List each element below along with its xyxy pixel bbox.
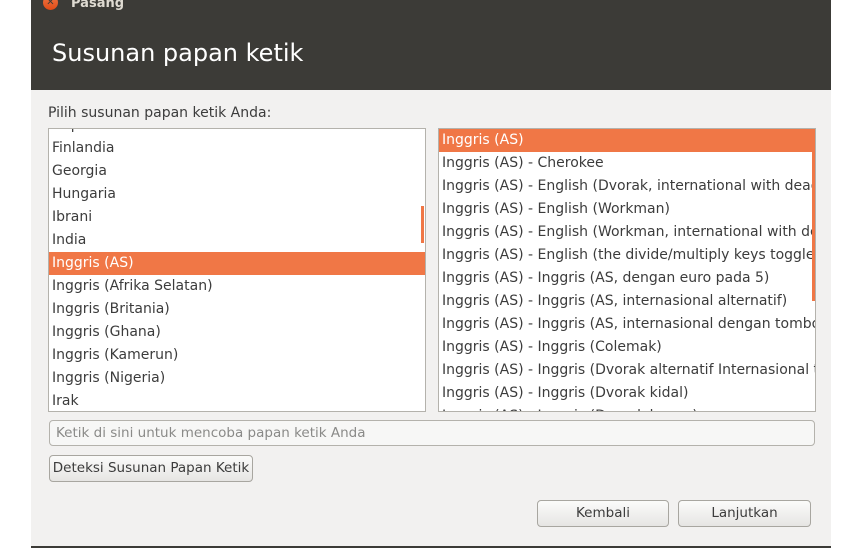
continue-button[interactable]: Lanjutkan <box>678 500 811 527</box>
detect-layout-button[interactable]: Deteksi Susunan Papan Ketik <box>49 455 253 482</box>
variant-list-items: Inggris (AS) Inggris (AS) - Cherokee Inggr… <box>439 129 815 411</box>
variant-list-item[interactable]: Inggris (AS) - English (Workman, interna… <box>439 221 815 244</box>
layout-list-item[interactable]: Inggris (Kamerun) <box>49 344 425 367</box>
layout-list-item[interactable]: Inggris (AS) <box>49 252 425 275</box>
layout-prompt-label: Pilih susunan papan ketik Anda: <box>48 105 272 121</box>
variant-list-item[interactable]: Inggris (AS) - Inggris (Dvorak alternati… <box>439 359 815 382</box>
variant-list-item[interactable]: Inggris (AS) - English (the divide/multi… <box>439 244 815 267</box>
page-title: Susunan papan ketik <box>52 39 304 67</box>
variant-list-scrollbar[interactable] <box>812 129 815 301</box>
variant-list-item[interactable]: Inggris (AS) - Inggris (Dvorak kidal) <box>439 382 815 405</box>
variant-list-item[interactable]: Inggris (AS) - Cherokee <box>439 152 815 175</box>
back-button[interactable]: Kembali <box>537 500 669 527</box>
layout-list-item[interactable]: Irak <box>49 390 425 411</box>
layout-list-scrollbar[interactable] <box>421 206 424 243</box>
close-icon[interactable]: ✕ <box>43 0 58 10</box>
layout-list-item[interactable]: Inggris (Ghana) <box>49 321 425 344</box>
page-header: Susunan papan ketik <box>31 14 831 90</box>
layout-list-item[interactable]: Ibrani <box>49 206 425 229</box>
content-area: Pilih susunan papan ketik Anda: Filipina… <box>31 90 831 546</box>
layout-list-item[interactable]: Inggris (Afrika Selatan) <box>49 275 425 298</box>
variant-list-item[interactable]: Inggris (AS) - Inggris (Dvorak kanan) <box>439 405 815 411</box>
layout-list-item[interactable]: Inggris (Britania) <box>49 298 425 321</box>
layout-list-item[interactable]: Hungaria <box>49 183 425 206</box>
layout-list[interactable]: FilipinaFinlandiaGeorgiaHungariaIbraniIn… <box>48 128 426 412</box>
variant-list-item[interactable]: Inggris (AS) - English (Dvorak, internat… <box>439 175 815 198</box>
window-titlebar: ✕ Pasang <box>31 0 831 14</box>
variant-list[interactable]: Inggris (AS) Inggris (AS) - Cherokee Inggr… <box>438 128 816 412</box>
keyboard-test-input[interactable] <box>49 420 815 446</box>
layout-list-item[interactable]: Finlandia <box>49 137 425 160</box>
variant-list-item[interactable]: Inggris (AS) - Inggris (AS, internasiona… <box>439 313 815 336</box>
layout-list-item[interactable]: Inggris (Nigeria) <box>49 367 425 390</box>
variant-list-item[interactable]: Inggris (AS) - Inggris (Colemak) <box>439 336 815 359</box>
variant-list-item[interactable]: Inggris (AS) <box>439 129 815 152</box>
variant-list-item[interactable]: Inggris (AS) - Inggris (AS, internasiona… <box>439 290 815 313</box>
layout-list-items: FilipinaFinlandiaGeorgiaHungariaIbraniIn… <box>49 129 425 411</box>
window-title: Pasang <box>71 0 125 11</box>
layout-list-item[interactable]: India <box>49 229 425 252</box>
variant-list-item[interactable]: Inggris (AS) - English (Workman) <box>439 198 815 221</box>
layout-list-item[interactable]: Georgia <box>49 160 425 183</box>
variant-list-item[interactable]: Inggris (AS) - Inggris (AS, dengan euro … <box>439 267 815 290</box>
layout-list-item[interactable]: Filipina <box>49 129 425 137</box>
